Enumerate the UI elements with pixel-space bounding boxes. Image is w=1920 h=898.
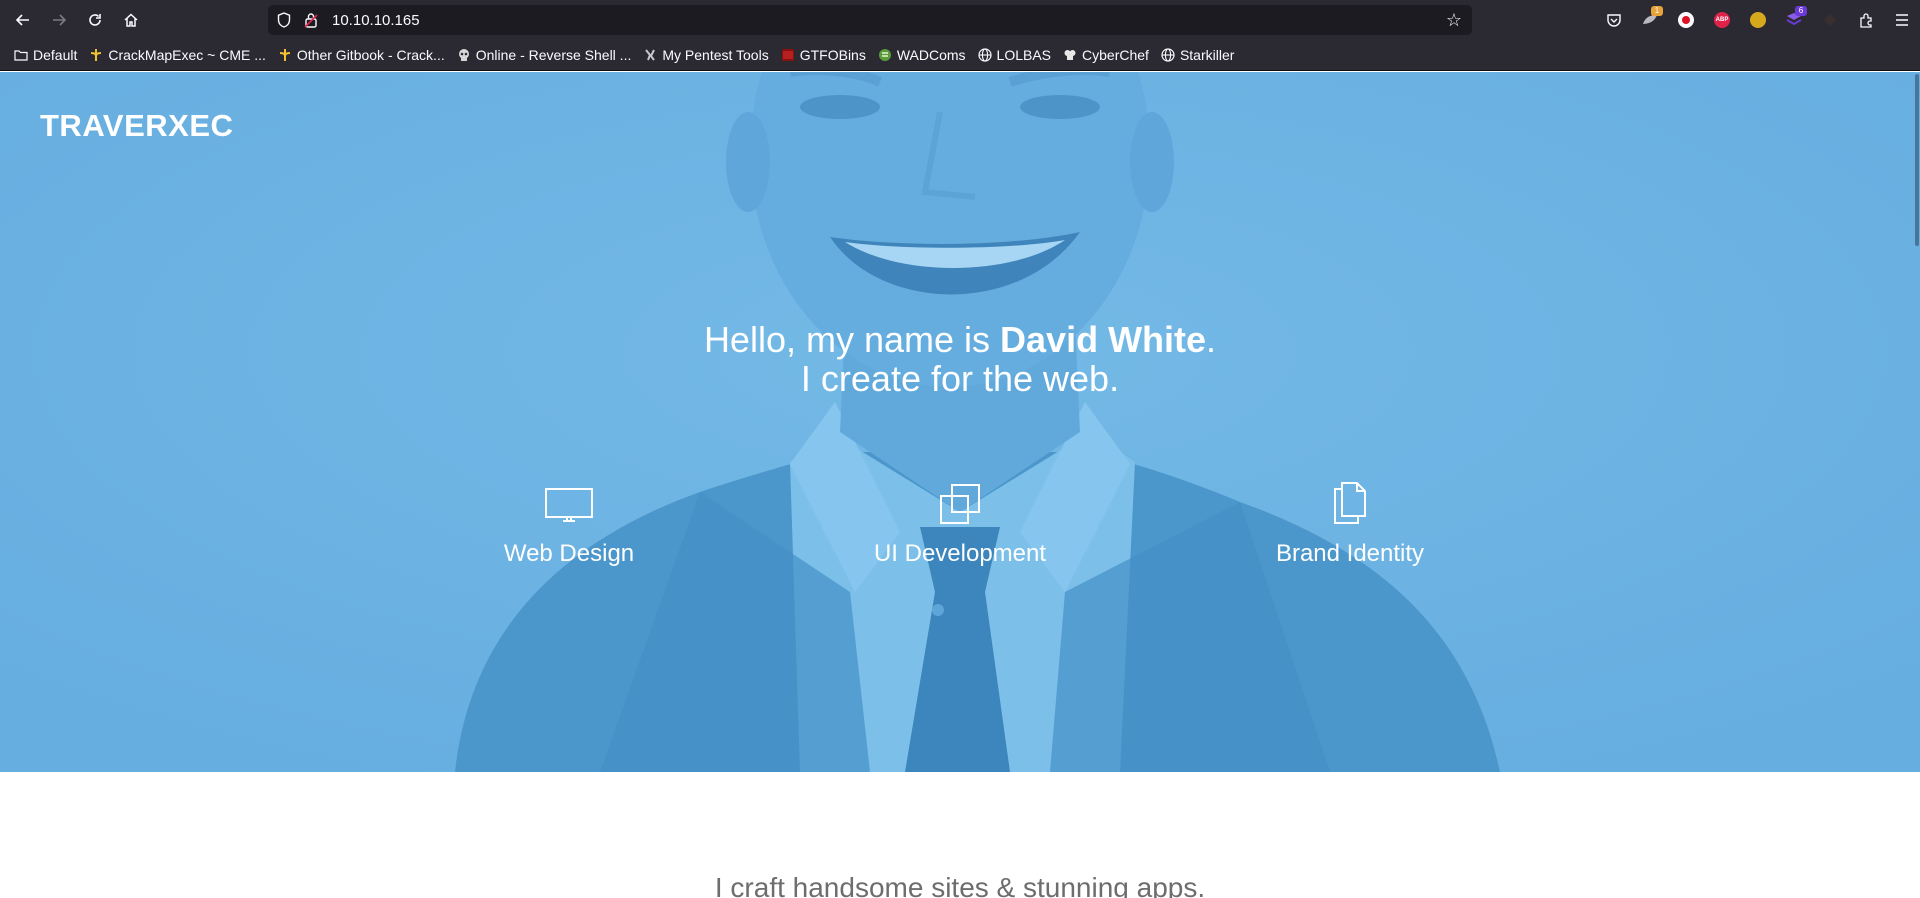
folder-icon [14, 49, 28, 61]
foxyproxy-icon[interactable]: 1 [1632, 0, 1668, 40]
bookmark-starkiller[interactable]: Starkiller [1155, 42, 1240, 68]
documents-icon [1334, 482, 1366, 524]
arrow-left-icon [15, 14, 29, 26]
bookmark-wadcoms[interactable]: WADComs [872, 42, 972, 68]
extensions-area: 1 ABP 6 [1596, 0, 1920, 40]
section-tagline: I craft handsome sites & stunning apps. [714, 872, 1206, 898]
bookmark-label: Starkiller [1179, 47, 1235, 63]
home-icon [124, 13, 138, 27]
service-label: Brand Identity [1275, 540, 1425, 567]
bookmark-reverse-shell[interactable]: Online - Reverse Shell ... [451, 42, 638, 68]
coin-icon[interactable] [1740, 0, 1776, 40]
bookmark-lolbas[interactable]: LOLBAS [972, 42, 1057, 68]
service-label: Web Design [503, 540, 635, 567]
reload-icon [89, 14, 101, 26]
bookmark-default[interactable]: Default [8, 42, 83, 68]
globe-icon [1161, 48, 1175, 62]
service-web-design: Web Design [419, 474, 719, 568]
bookmark-label: My Pentest Tools [662, 47, 769, 63]
menu-icon[interactable] [1884, 0, 1920, 40]
intro-prefix: Hello, my name is [703, 319, 1001, 360]
bookmark-star-icon[interactable]: ☆ [1446, 10, 1462, 31]
arrow-right-icon [53, 14, 67, 26]
intro-line-2: I create for the web. [800, 358, 1120, 399]
gitbook-icon [89, 48, 103, 62]
shield-extension-icon[interactable] [1812, 0, 1848, 40]
bookmark-gtfobins[interactable]: GTFOBins [775, 42, 872, 68]
bookmark-cyberchef[interactable]: CyberChef [1057, 42, 1155, 68]
wappalyzer-badge: 6 [1795, 6, 1807, 16]
tools-icon [643, 48, 657, 62]
gitbook-icon [278, 48, 292, 62]
service-ui-development: UI Development [810, 474, 1110, 568]
wadcoms-icon [878, 48, 892, 62]
bookmark-label: CrackMapExec ~ CME ... [108, 47, 266, 63]
hero-section: TRAVERXEC Hello, my name is David White.… [0, 72, 1920, 772]
bookmark-label: LOLBAS [996, 47, 1052, 63]
bookmark-pentest-tools[interactable]: My Pentest Tools [637, 42, 774, 68]
extensions-icon[interactable] [1848, 0, 1884, 40]
home-button[interactable] [113, 0, 149, 40]
intro-name: David White [1000, 319, 1207, 360]
bookmark-label: WADComs [896, 47, 966, 63]
pocket-icon[interactable] [1596, 0, 1632, 40]
foxyproxy-badge: 1 [1651, 6, 1663, 16]
layers-icon [940, 484, 980, 524]
browser-toolbar: 10.10.10.165 ☆ 1 ABP 6 [0, 0, 1920, 40]
service-label: UI Development [873, 540, 1047, 567]
skull-icon [457, 48, 471, 62]
back-button[interactable] [5, 0, 41, 40]
bookmark-label: CyberChef [1082, 47, 1149, 63]
page-viewport: TRAVERXEC Hello, my name is David White.… [0, 72, 1920, 898]
globe-icon [977, 48, 992, 62]
adblock-icon[interactable]: ABP [1704, 0, 1740, 40]
scrollbar-thumb[interactable] [1915, 74, 1919, 246]
page-scrollbar[interactable] [1914, 72, 1920, 898]
hero-background-photo [0, 72, 1920, 772]
bookmark-crackmapexec[interactable]: CrackMapExec ~ CME ... [83, 42, 272, 68]
bookmark-label: Other Gitbook - Crack... [296, 47, 445, 63]
url-bar[interactable]: 10.10.10.165 ☆ [268, 5, 1472, 35]
bookmark-label: Default [33, 47, 78, 63]
site-logo[interactable]: TRAVERXEC [40, 108, 233, 144]
tracking-shield-icon[interactable] [273, 12, 295, 28]
reload-button[interactable] [77, 0, 113, 40]
monitor-icon [545, 488, 593, 522]
service-brand-identity: Brand Identity [1200, 474, 1500, 568]
intro-suffix: . [1206, 319, 1217, 360]
insecure-lock-icon[interactable] [300, 12, 322, 28]
chef-icon [1063, 48, 1077, 62]
intro-heading: Hello, my name is David White. I create … [0, 320, 1920, 398]
wappalyzer-icon[interactable]: 6 [1776, 0, 1812, 40]
bookmark-other-gitbook[interactable]: Other Gitbook - Crack... [272, 42, 451, 68]
gtfobins-icon [781, 48, 795, 62]
forward-button[interactable] [41, 0, 77, 40]
bookmark-label: GTFOBins [799, 47, 866, 63]
sync-icon[interactable] [1668, 0, 1704, 40]
url-text[interactable]: 10.10.10.165 [332, 12, 420, 29]
about-section: I craft handsome sites & stunning apps. [0, 772, 1920, 898]
bookmark-label: Online - Reverse Shell ... [475, 47, 632, 63]
bookmarks-bar: Default CrackMapExec ~ CME ... Other Git… [0, 40, 1920, 71]
intro-line-1: Hello, my name is David White. [0, 320, 1920, 359]
